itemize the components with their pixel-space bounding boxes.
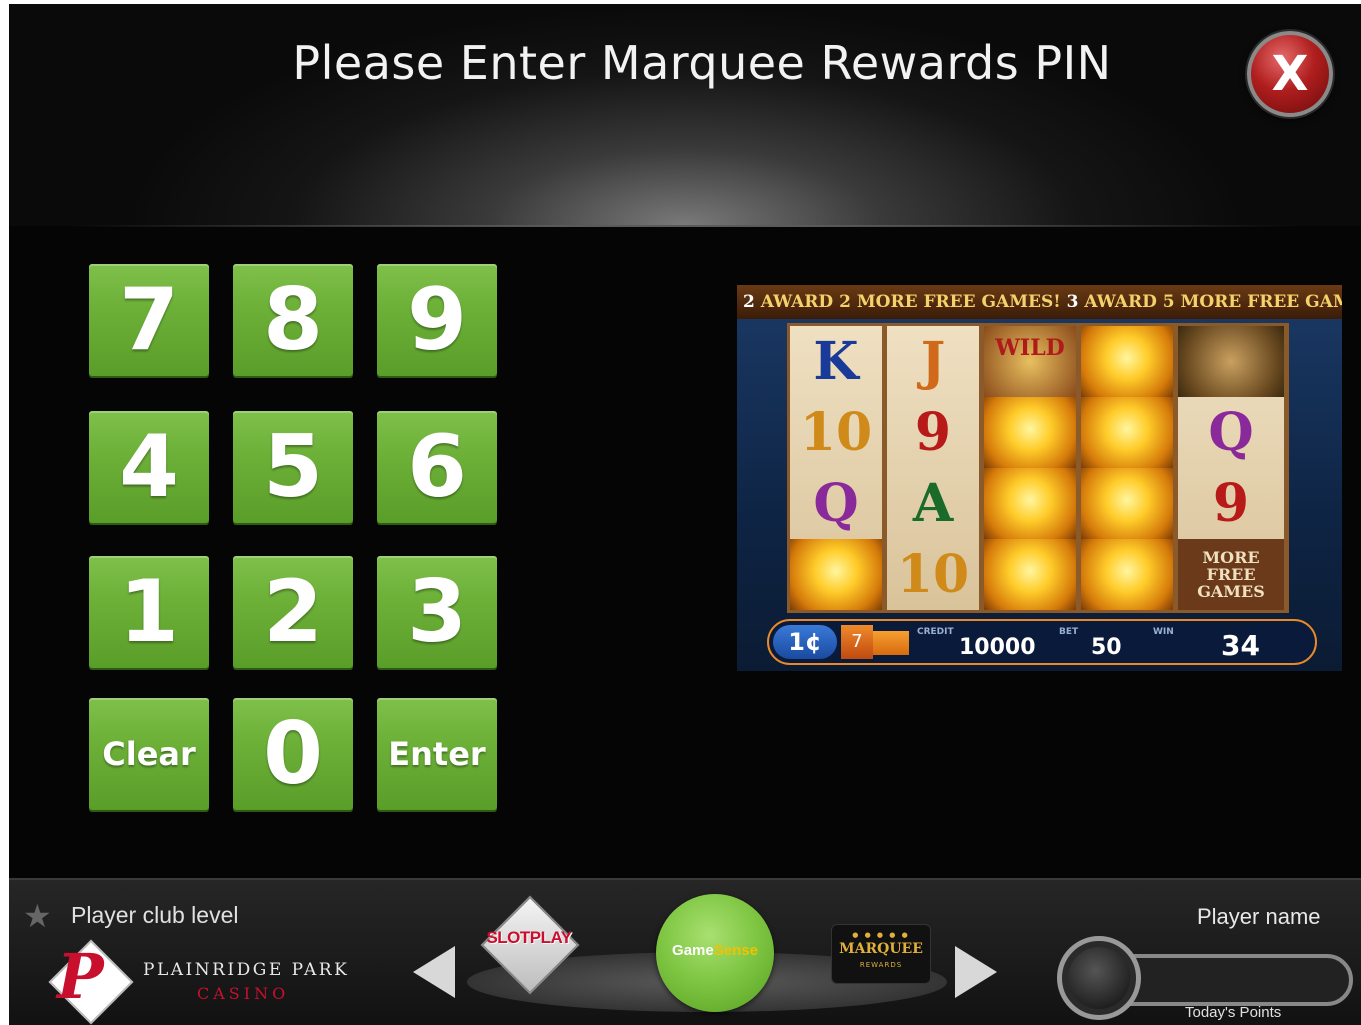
key-6[interactable]: 6 — [377, 411, 497, 523]
key-1[interactable]: 1 — [89, 556, 209, 668]
symbol-outlaw-face — [1178, 326, 1284, 397]
key-5-label: 5 — [263, 417, 323, 517]
seven-symbol-icon: 7 — [841, 625, 873, 659]
close-button[interactable]: X — [1247, 31, 1333, 117]
player-name: Player name — [1197, 904, 1321, 929]
symbol-star-badge — [1081, 539, 1173, 610]
reel-3: WILD — [984, 326, 1076, 610]
gamesense-label-sense: Sense — [713, 942, 758, 959]
bet-meter-strip — [873, 631, 909, 655]
win-label: WIN — [1153, 627, 1174, 637]
carousel-right-arrow-icon[interactable] — [955, 946, 997, 998]
banner-count-2: 3 — [1066, 292, 1079, 312]
key-9[interactable]: 9 — [377, 264, 497, 376]
free-games-banner: 2 AWARD 2 MORE FREE GAMES! 3 AWARD 5 MOR… — [737, 285, 1342, 319]
casino-logo: P PLAINRIDGE PARK CASINO — [47, 939, 387, 1025]
player-club-level: Player club level — [71, 902, 239, 928]
close-icon: X — [1271, 46, 1309, 102]
casino-logo-letter: P — [57, 940, 104, 1013]
reel-2: J 9 A 10 — [887, 326, 979, 610]
marquee-label: MARQUEE — [839, 941, 923, 957]
clear-button-label: Clear — [102, 735, 196, 773]
points-knob — [1057, 936, 1141, 1020]
symbol-nine: 9 — [1212, 473, 1250, 534]
symbol-star-badge — [984, 397, 1076, 468]
symbol-ace: A — [912, 473, 954, 534]
key-2-label: 2 — [263, 562, 323, 662]
footer-bar: ★ Player club level P PLAINRIDGE PARK CA… — [9, 878, 1361, 1025]
symbol-star-badge — [1081, 397, 1173, 468]
symbol-ten: 10 — [799, 402, 873, 463]
banner-count-1: 2 — [743, 292, 755, 312]
marquee-rewards-button[interactable]: ● ● ● ● ● MARQUEE REWARDS — [831, 924, 931, 984]
marquee-sublabel: REWARDS — [859, 961, 903, 969]
denomination-badge: 1¢ — [773, 625, 837, 659]
enter-button[interactable]: Enter — [377, 698, 497, 810]
symbol-king: K — [813, 331, 859, 392]
symbol-star-badge — [1081, 326, 1173, 397]
game-preview: 2 AWARD 2 MORE FREE GAMES! 3 AWARD 5 MOR… — [737, 285, 1342, 671]
symbol-star-badge — [984, 468, 1076, 539]
slot-reels: K 10 Q J 9 A 10 WILD Q 9 MORE FREE GAMES — [787, 323, 1289, 613]
symbol-wild: WILD — [984, 326, 1076, 397]
todays-points-label: Today's Points — [1185, 1004, 1282, 1021]
bet-label: BET — [1059, 627, 1079, 637]
key-7-label: 7 — [119, 270, 179, 370]
key-1-label: 1 — [119, 562, 179, 662]
clear-button[interactable]: Clear — [89, 698, 209, 810]
symbol-nine: 9 — [914, 402, 952, 463]
win-value: 34 — [1221, 629, 1260, 662]
symbol-ten: 10 — [896, 544, 970, 605]
carousel-left-arrow-icon[interactable] — [413, 946, 455, 998]
reel-5: Q 9 MORE FREE GAMES — [1178, 326, 1284, 610]
game-status-bar: 1¢ 7 CREDIT 10000 BET 50 WIN 34 — [767, 619, 1317, 665]
symbol-queen: Q — [1208, 402, 1254, 463]
star-icon: ★ — [23, 897, 52, 935]
enter-button-label: Enter — [388, 735, 486, 773]
page-title: Please Enter Marquee Rewards PIN — [292, 36, 1112, 90]
symbol-jack: J — [920, 331, 946, 392]
key-0-label: 0 — [263, 704, 323, 804]
gamesense-label: GameSense — [656, 942, 774, 959]
casino-name: PLAINRIDGE PARK — [143, 960, 350, 980]
pin-entry-screen: Please Enter Marquee Rewards PIN X 7 8 9… — [9, 4, 1361, 1025]
banner-text-2: AWARD 5 MORE FREE GAMES! — [1084, 292, 1342, 312]
marquee-dots: ● ● ● ● ● — [852, 931, 910, 939]
symbol-queen: Q — [813, 473, 859, 534]
key-0[interactable]: 0 — [233, 698, 353, 810]
key-4[interactable]: 4 — [89, 411, 209, 523]
symbol-star-badge — [984, 539, 1076, 610]
symbol-more-free-games: MORE FREE GAMES — [1178, 539, 1284, 610]
key-5[interactable]: 5 — [233, 411, 353, 523]
symbol-star-badge — [790, 539, 882, 610]
key-3[interactable]: 3 — [377, 556, 497, 668]
key-8[interactable]: 8 — [233, 264, 353, 376]
gamesense-button[interactable]: GameSense — [656, 894, 774, 1012]
reel-1: K 10 Q — [790, 326, 882, 610]
banner-text-1: AWARD 2 MORE FREE GAMES! — [760, 292, 1061, 312]
key-3-label: 3 — [407, 562, 467, 662]
credit-label: CREDIT — [917, 627, 954, 637]
credit-value: 10000 — [959, 635, 1036, 660]
header-divider — [69, 225, 1299, 227]
key-6-label: 6 — [407, 417, 467, 517]
reel-4 — [1081, 326, 1173, 610]
key-4-label: 4 — [119, 417, 179, 517]
key-2[interactable]: 2 — [233, 556, 353, 668]
key-8-label: 8 — [263, 270, 323, 370]
symbol-star-badge — [1081, 468, 1173, 539]
bet-value: 50 — [1091, 635, 1122, 660]
key-7[interactable]: 7 — [89, 264, 209, 376]
casino-subname: CASINO — [197, 984, 290, 1003]
key-9-label: 9 — [407, 270, 467, 370]
gamesense-label-game: Game — [672, 942, 714, 959]
